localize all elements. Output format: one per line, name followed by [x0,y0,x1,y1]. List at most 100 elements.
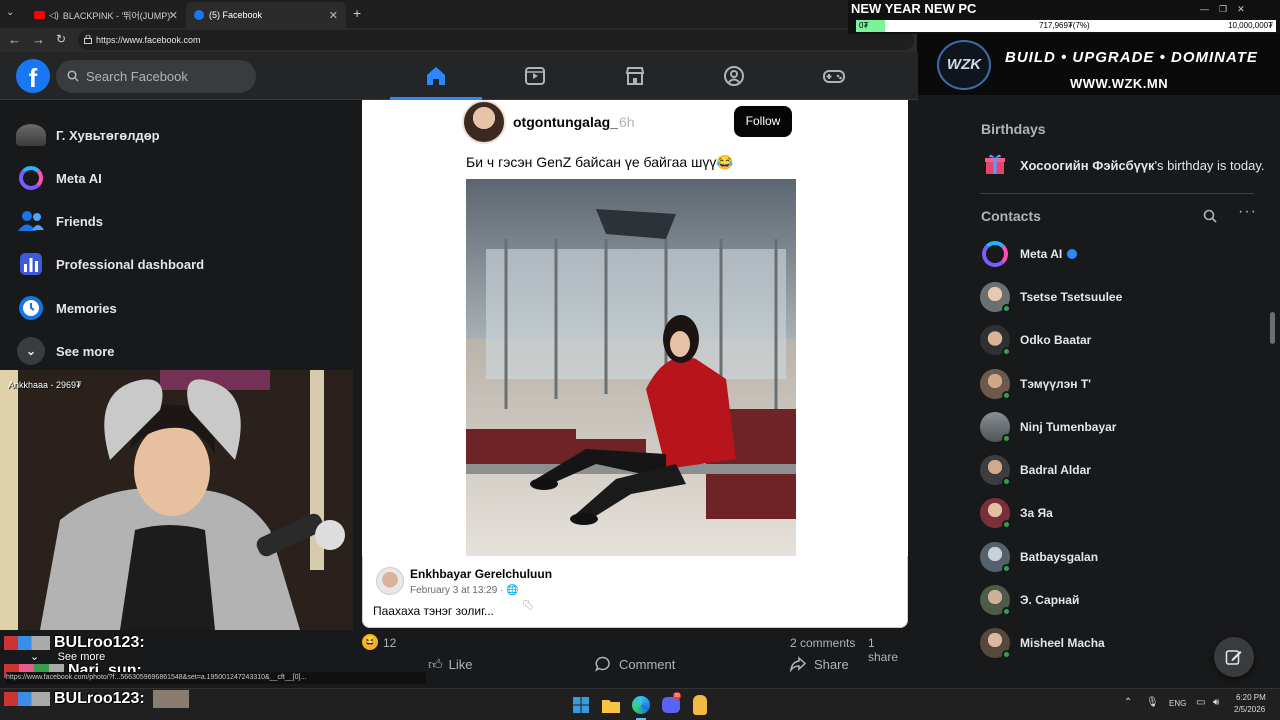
url-text: https://www.facebook.com [96,35,201,45]
contact-item[interactable]: Tsetse Tsetsuulee [980,281,1122,313]
profile-avatar [16,120,46,150]
meta-ai-icon [16,163,46,193]
birthdays-title: Birthdays [981,121,1046,137]
contact-item[interactable]: Batbaysgalan [980,541,1098,573]
search-placeholder: Search Facebook [86,69,188,84]
new-message-button[interactable] [1214,637,1254,677]
window-controls[interactable]: — ❐ ✕ [1200,4,1245,15]
post-timestamp[interactable]: 6h [619,114,635,130]
groups-icon[interactable] [722,64,746,88]
monitor-icon[interactable]: ▭ [1196,697,1205,708]
top-comment: Enkhbayar Gerelchuluun February 3 at 13:… [362,556,908,628]
windows-start-icon[interactable] [573,697,589,713]
share-label: Share [814,656,849,672]
show-hidden-icons[interactable]: ⌃ [1124,697,1132,708]
gaming-icon[interactable] [822,64,846,88]
avatar [980,325,1011,356]
home-icon[interactable] [424,64,448,88]
tab-facebook[interactable]: (5) Facebook ✕ [186,2,346,28]
comments-count[interactable]: 2 comments [790,636,855,650]
search-icon[interactable] [1203,209,1217,223]
clock-date[interactable]: 2/5/2026 [1234,705,1265,714]
dashboard-icon [16,249,46,279]
commenter-avatar[interactable] [376,567,404,595]
feed-post: otgontungalag_ 6h Follow Би ч гэсэн GenZ… [362,100,908,628]
contact-name: Batbaysgalan [1020,550,1099,564]
online-indicator [1002,304,1011,313]
avatar [980,455,1011,486]
avatar [980,585,1011,616]
contact-item[interactable]: Э. Сарнай [980,584,1079,616]
banner-url: WWW.WZK.MN [1070,76,1169,91]
streamer-webcam [0,370,353,630]
sidebar-item-profile[interactable]: Г. Хувьтөгөлдөр [16,117,160,153]
facebook-logo[interactable]: f [16,59,50,93]
online-indicator [1002,477,1011,486]
sidebar-see-more[interactable]: ⌄ See more [16,333,115,369]
chat-username: BULroo123: [54,690,145,708]
post-author-name[interactable]: otgontungalag_ [513,114,618,130]
post-photo[interactable] [466,179,796,556]
contact-item[interactable]: Odko Baatar [980,324,1091,356]
language-indicator[interactable]: ENG [1169,699,1186,708]
reaction-count[interactable]: 12 [383,636,396,650]
post-caption: Би ч гэсэн GenZ байсан үе байгаа шүү😂 [466,154,734,170]
contact-name: Тэмүүлэн Т' [1020,377,1092,391]
forward-icon[interactable]: → [32,32,45,47]
url-field[interactable]: https://www.facebook.com [78,30,914,50]
volume-icon[interactable]: 🔊︎ [1213,697,1219,708]
sidebar-item-memories[interactable]: Memories [16,290,117,326]
like-button[interactable]: 👍︎ Like [428,656,473,673]
avatar [980,628,1011,659]
sidebar-item-label: See more [56,343,115,359]
video-icon[interactable] [523,64,547,88]
sidebar-item-friends[interactable]: Friends [16,203,103,239]
contact-item[interactable]: Meta AI [980,238,1078,270]
haha-reaction-icon[interactable]: 😆 [362,634,378,650]
share-button[interactable]: Share [790,656,849,672]
contact-name: Misheel Macha [1020,636,1105,650]
commenter-name[interactable]: Enkhbayar Gerelchuluun [410,567,552,581]
donation-goal-overlay: NEW YEAR NEW PC 0₮ 717,969₮(7%) 10,000,0… [848,0,1280,34]
follow-button[interactable]: Follow [734,106,792,137]
back-icon[interactable]: ← [8,32,21,47]
contact-item[interactable]: За Яа [980,497,1053,529]
avatar [980,282,1011,313]
more-options-icon[interactable]: ··· [1238,203,1257,221]
file-explorer-icon[interactable] [602,697,620,713]
post-author-avatar[interactable] [462,100,506,144]
divider [980,193,1254,194]
tab-youtube[interactable]: ◁) BLACKPINK - '뛰어(JUMP)' M/ ✕ [26,2,186,28]
close-tab-icon[interactable]: ✕ [169,9,178,22]
contact-name: За Яа [1020,506,1053,520]
marketplace-icon[interactable] [623,64,647,88]
address-bar: ← → ↻ https://www.facebook.com [0,28,918,52]
sidebar-item-professional-dashboard[interactable]: Professional dashboard [16,246,204,282]
app-icon[interactable] [693,695,707,715]
chat-username: BULroo123: [54,634,145,651]
search-input[interactable]: Search Facebook [56,60,256,93]
close-tab-icon[interactable]: ✕ [329,9,338,22]
contact-item[interactable]: Misheel Macha [980,627,1105,659]
comment-button[interactable]: Comment [595,656,675,672]
edge-browser-icon[interactable] [632,696,650,714]
microphone-icon[interactable]: 🎙︎ [1146,697,1159,708]
sidebar-item-meta-ai[interactable]: Meta AI [16,160,102,196]
contact-item[interactable]: Тэмүүлэн Т' [980,368,1091,400]
reload-icon[interactable]: ↻ [56,32,66,46]
tab-list-chevron-icon[interactable]: ⌄ [6,7,14,18]
new-tab-button[interactable]: + [353,5,361,21]
contact-item[interactable]: Badral Aldar [980,454,1091,486]
clock-time[interactable]: 6:20 PM [1236,693,1266,702]
birthday-notice[interactable]: Хосоогийн Фэйсбүүк's birthday is today. [1020,158,1264,173]
scrollbar-thumb[interactable] [1270,312,1275,344]
comment-text: Пааxаха тэнэг золиг... [373,604,494,618]
comment-timestamp[interactable]: February 3 at 13:29 · 🌐 [410,585,519,596]
like-icon: 👍︎ [428,656,443,672]
online-indicator [1002,564,1011,573]
notification-badge: 99 [673,692,681,700]
tab-label: (5) Facebook [209,10,263,20]
like-label: Like [448,657,473,672]
birthday-person[interactable]: Хосоогийн Фэйсбүүк [1020,158,1155,173]
contact-item[interactable]: Ninj Tumenbayar [980,411,1116,443]
